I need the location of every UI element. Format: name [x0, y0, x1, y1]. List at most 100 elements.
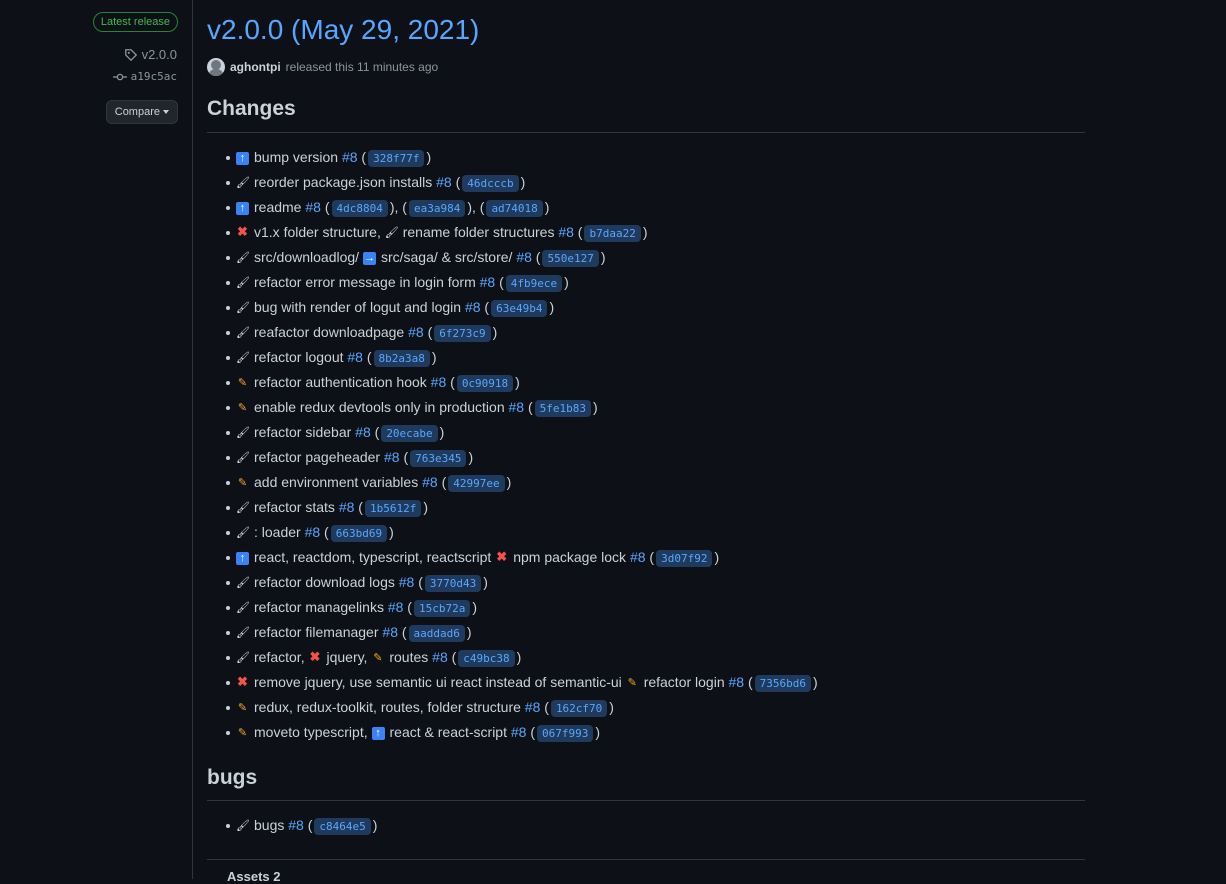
item-text: react & react-script [389, 724, 511, 740]
assets-heading[interactable]: Assets 2 [227, 869, 280, 884]
commit-link[interactable]: b7daa22 [584, 225, 641, 242]
item-text: readme [254, 199, 306, 215]
item-text: ( [480, 299, 490, 315]
item-text: refactor login [643, 674, 729, 690]
commit-link[interactable]: 42997ee [448, 475, 505, 492]
item-text: ( [303, 817, 313, 833]
issue-link[interactable]: #8 [558, 224, 574, 240]
issue-link[interactable]: #8 [516, 249, 532, 265]
item-text: ( [320, 524, 329, 540]
list-item: 🖌 refactor, ✖ jquery, ✎ routes #8 (c49bc38) [207, 645, 1085, 670]
item-text: ) [520, 174, 526, 190]
list-item: ✎ moveto typescript, ↑ react & react-scrip… [207, 720, 1085, 745]
item-text: jquery, [326, 649, 372, 665]
commit-link[interactable]: 1b5612f [364, 500, 422, 517]
commit-link[interactable]: 3770d43 [424, 575, 482, 592]
issue-link[interactable]: #8 [347, 349, 363, 365]
issue-link[interactable]: #8 [355, 424, 371, 440]
commit-link[interactable]: 5fe1b83 [534, 400, 592, 417]
item-text: ( [357, 149, 367, 165]
commit-link[interactable]: 46dcccb [462, 175, 519, 192]
paintbrush-icon: 🖌 [236, 602, 250, 614]
commit-link[interactable]: 20ecabe [381, 425, 438, 442]
issue-link[interactable]: #8 [339, 499, 355, 515]
issue-link[interactable]: #8 [729, 674, 745, 690]
item-text: v1.x folder structure, [254, 224, 385, 240]
item-text: ), ( [389, 199, 407, 215]
commit-link[interactable]: 4fb9ece [505, 275, 563, 292]
item-text: ( [573, 224, 583, 240]
issue-link[interactable]: #8 [511, 724, 527, 740]
pencil-icon: ✎ [237, 727, 248, 739]
author-link[interactable]: aghontpi [230, 60, 281, 74]
commit-link[interactable]: 6f273c9 [434, 325, 491, 342]
issue-link[interactable]: #8 [509, 399, 525, 415]
item-text: refactor error message in login form [254, 274, 480, 290]
release-sidebar: Latest release v2.0.0 a19c5ac Compare [0, 0, 193, 879]
commit-link[interactable]: 8b2a3a8 [373, 350, 430, 367]
commit-link[interactable]: ad74018 [486, 200, 543, 217]
paintbrush-icon: 🖌 [236, 502, 250, 514]
issue-link[interactable]: #8 [422, 474, 438, 490]
arrow-right-icon: → [362, 252, 376, 265]
item-text: ( [397, 624, 407, 640]
issue-link[interactable]: #8 [384, 449, 400, 465]
commit-link[interactable]: 162cf70 [550, 700, 608, 717]
commit-link[interactable]: 0c90918 [456, 375, 514, 392]
issue-link[interactable]: #8 [382, 624, 398, 640]
item-text: : loader [254, 524, 305, 540]
issue-link[interactable]: #8 [408, 324, 424, 340]
item-text: ), ( [467, 199, 485, 215]
release-byline: aghontpi released this 11 minutes ago [207, 58, 438, 76]
list-item: ↑ bump version #8 (328f77f) [207, 145, 1085, 170]
list-item: 🖌 bug with render of logut and login #8 (… [207, 295, 1085, 320]
issue-link[interactable]: #8 [630, 549, 646, 565]
commit-link[interactable]: 067f993 [537, 725, 594, 742]
issue-link[interactable]: #8 [342, 149, 358, 165]
commit-link[interactable]: c49bc38 [458, 650, 515, 667]
release-title[interactable]: v2.0.0 (May 29, 2021) [207, 12, 479, 48]
paintbrush-icon: 🖌 [236, 302, 250, 314]
paintbrush-icon: 🖌 [236, 427, 250, 439]
item-text: redux, redux-toolkit, routes, folder str… [254, 699, 525, 715]
pencil-icon: ✎ [373, 652, 383, 664]
commit-link[interactable]: 328f77f [368, 150, 425, 167]
issue-link[interactable]: #8 [465, 299, 481, 315]
issue-link[interactable]: #8 [388, 599, 404, 615]
list-item: 🖌 refactor pageheader #8 (763e345) [207, 445, 1085, 470]
issue-link[interactable]: #8 [288, 817, 304, 833]
release-tag[interactable]: v2.0.0 [124, 47, 177, 62]
commit-link[interactable]: 15cb72a [413, 600, 471, 617]
commit-link[interactable]: 3d07f92 [656, 550, 713, 567]
issue-link[interactable]: #8 [525, 699, 541, 715]
list-item: 🖌: loader #8 (663bd69) [207, 520, 1085, 545]
issue-link[interactable]: #8 [305, 199, 321, 215]
issue-link[interactable]: #8 [432, 649, 448, 665]
issue-link[interactable]: #8 [431, 374, 447, 390]
issue-link[interactable]: #8 [305, 524, 321, 540]
commit-link[interactable]: 550e127 [542, 250, 599, 267]
issue-link[interactable]: #8 [480, 274, 496, 290]
commit-link[interactable]: 663bd69 [330, 525, 388, 542]
commit-link[interactable]: 763e345 [410, 450, 467, 467]
issue-link[interactable]: #8 [399, 574, 415, 590]
avatar[interactable] [207, 58, 225, 76]
cross-mark-icon: ✖ [237, 674, 248, 689]
issue-link[interactable]: #8 [436, 174, 452, 190]
commit-link[interactable]: ea3a984 [408, 200, 466, 217]
cross-mark-icon: ✖ [237, 224, 248, 239]
commit-link[interactable]: c8464e5 [314, 818, 371, 835]
commit-link[interactable]: aaddad6 [408, 625, 465, 642]
release-commit[interactable]: a19c5ac [112, 70, 177, 83]
item-text: ) [593, 399, 598, 415]
commit-link[interactable]: 4dc8804 [331, 200, 388, 217]
commit-link[interactable]: 63e49b4 [491, 300, 548, 317]
compare-button[interactable]: Compare [105, 100, 178, 124]
commit-link[interactable]: 7356bd6 [754, 675, 812, 692]
item-text: refactor download logs [254, 574, 399, 590]
changes-heading: Changes [207, 97, 296, 120]
item-text: ( [423, 324, 433, 340]
item-text: ( [354, 499, 363, 515]
commit-hash: a19c5ac [130, 70, 177, 83]
bugs-heading: bugs [207, 766, 258, 789]
